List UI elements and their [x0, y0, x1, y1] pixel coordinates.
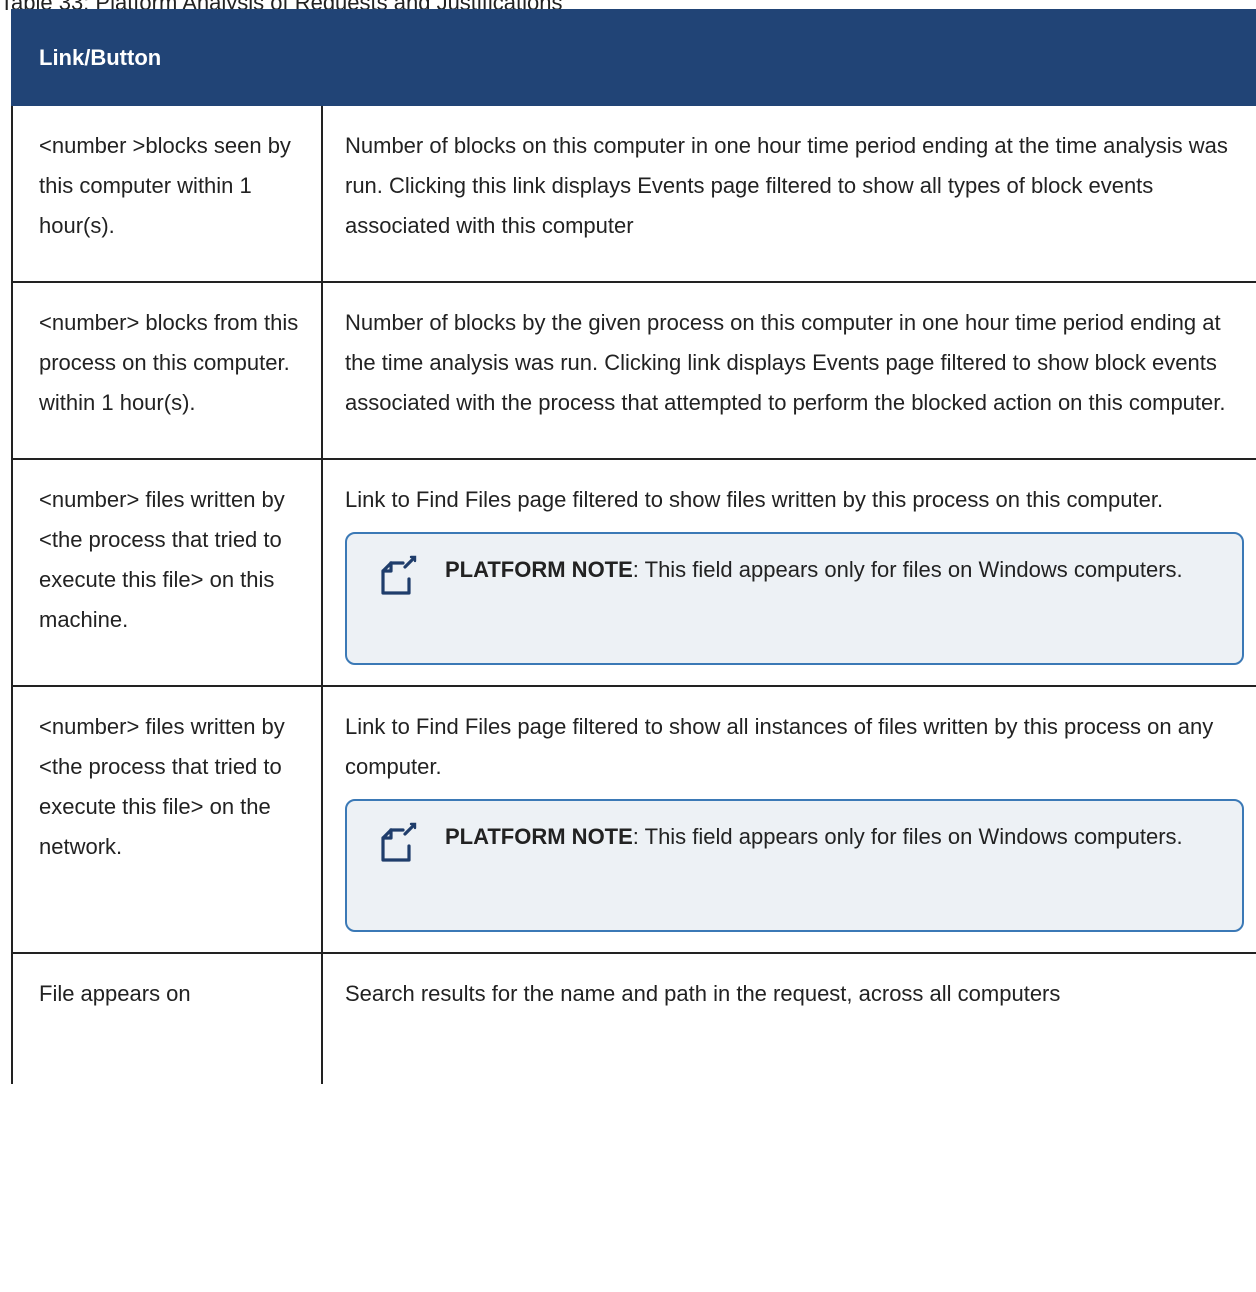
link-cell: <number >blocks seen by this computer wi…: [11, 104, 323, 283]
platform-note-label: PLATFORM NOTE: [445, 824, 633, 849]
platform-note-box: PLATFORM NOTE: This field appears only f…: [345, 799, 1244, 932]
description-text: Link to Find Files page filtered to show…: [345, 487, 1164, 512]
description-cell: Link to Find Files page filtered to show…: [321, 685, 1256, 954]
description-cell: Number of blocks on this computer in one…: [321, 104, 1256, 283]
table-header-row: Link/Button: [11, 9, 1256, 106]
table-row: <number> blocks from this process on thi…: [11, 281, 1256, 460]
platform-note-box: PLATFORM NOTE: This field appears only f…: [345, 532, 1244, 665]
column-header-link-button: Link/Button: [11, 9, 323, 106]
link-cell: <number> blocks from this process on thi…: [11, 281, 323, 460]
platform-note-label: PLATFORM NOTE: [445, 557, 633, 582]
platform-note-body: : This field appears only for files on W…: [632, 557, 1183, 582]
link-cell: File appears on: [11, 952, 323, 1084]
note-icon: [381, 822, 417, 862]
table-row: <number >blocks seen by this computer wi…: [11, 104, 1256, 283]
description-cell: Link to Find Files page filtered to show…: [321, 458, 1256, 687]
description-cell: Number of blocks by the given process on…: [321, 281, 1256, 460]
platform-note-body: : This field appears only for files on W…: [632, 824, 1183, 849]
column-header-description: [321, 9, 1256, 106]
description-cell: Search results for the name and path in …: [321, 952, 1256, 1084]
table-row: File appears on Search results for the n…: [11, 952, 1256, 1084]
link-cell: <number> files written by <the process t…: [11, 458, 323, 687]
table-row: <number> files written by <the process t…: [11, 458, 1256, 687]
platform-note-text: PLATFORM NOTE: This field appears only f…: [445, 819, 1222, 855]
platform-note-text: PLATFORM NOTE: This field appears only f…: [445, 552, 1222, 588]
table-row: <number> files written by <the process t…: [11, 685, 1256, 954]
description-text: Link to Find Files page filtered to show…: [345, 714, 1214, 779]
note-icon: [381, 555, 417, 595]
analysis-table: Link/Button <number >blocks seen by this…: [11, 9, 1256, 1084]
link-cell: <number> files written by <the process t…: [11, 685, 323, 954]
